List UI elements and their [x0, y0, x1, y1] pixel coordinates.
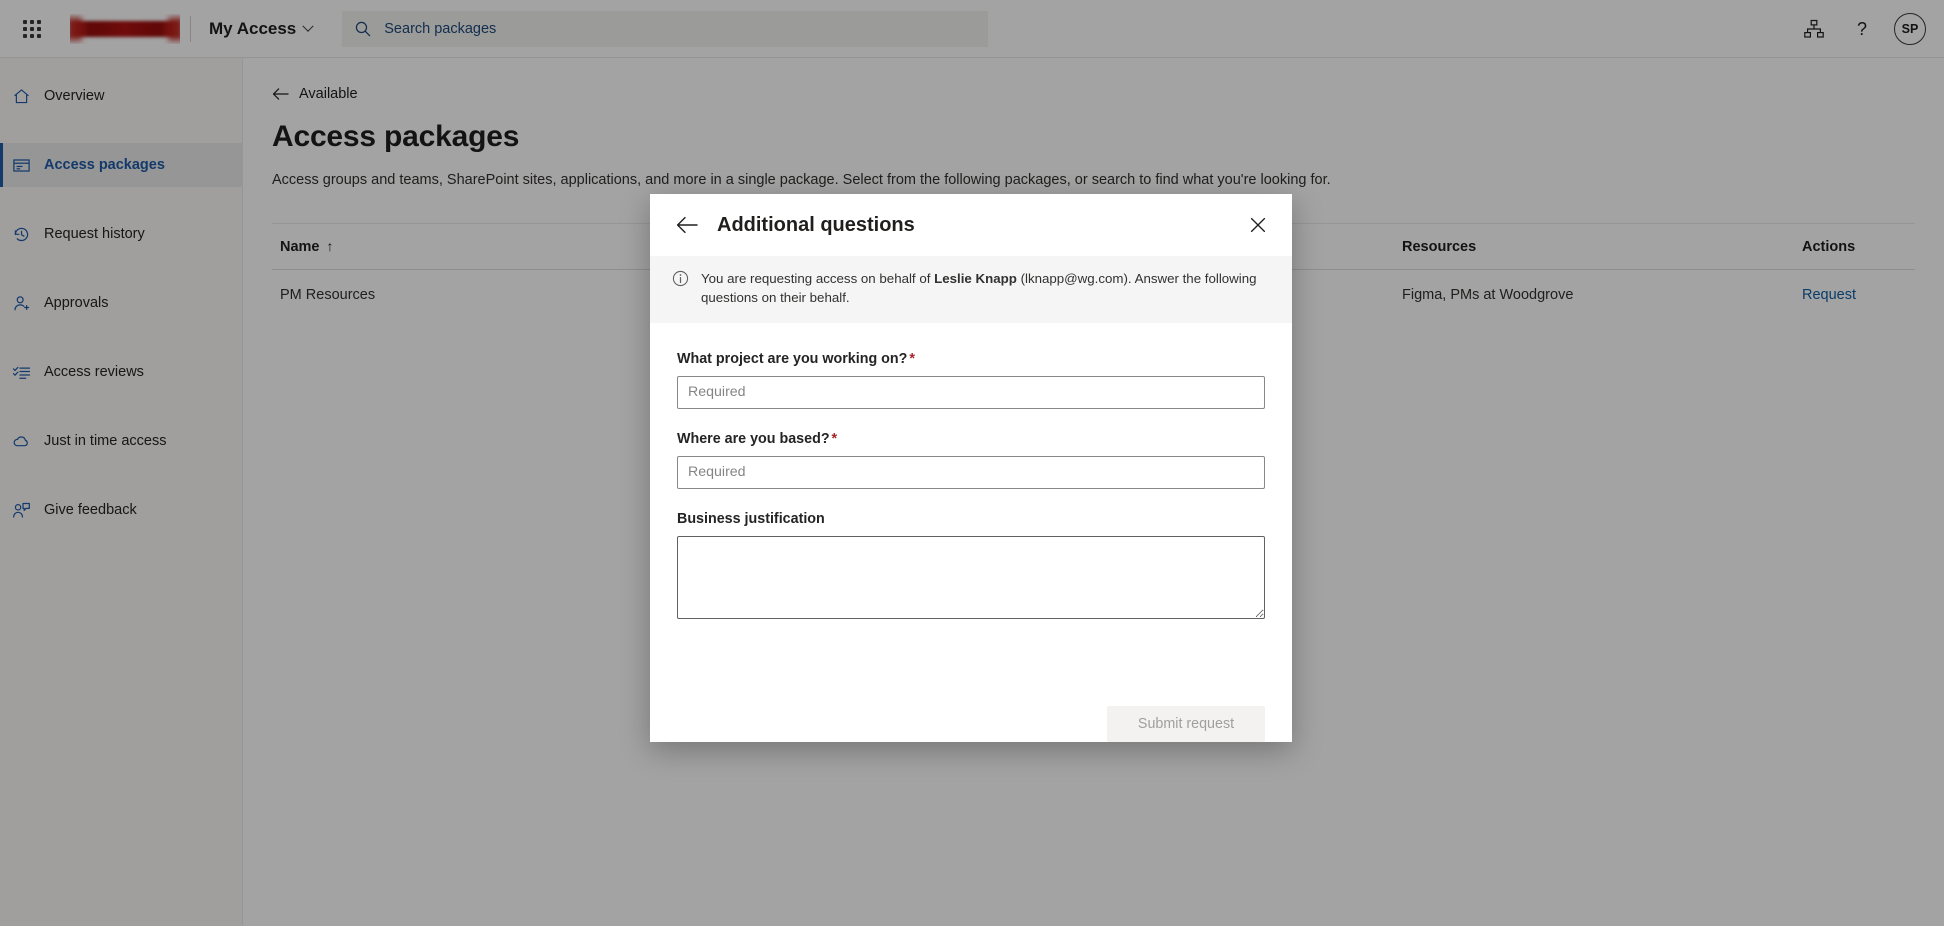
field-location: Where are you based?* [677, 431, 1265, 489]
dialog-body: What project are you working on?* Where … [650, 323, 1292, 698]
field-business-justification: Business justification [677, 511, 1265, 619]
field-business-justification-textarea[interactable] [677, 536, 1265, 619]
field-business-justification-label: Business justification [677, 511, 1265, 527]
dialog-close-button[interactable] [1244, 211, 1272, 239]
dialog-header: Additional questions [650, 194, 1292, 256]
dialog-footer: Submit request [650, 698, 1292, 742]
required-asterisk: * [832, 431, 838, 447]
field-location-label: Where are you based?* [677, 431, 1265, 447]
field-project: What project are you working on?* [677, 351, 1265, 409]
close-icon [1250, 217, 1266, 233]
field-location-input[interactable] [677, 456, 1265, 489]
required-asterisk: * [909, 351, 915, 367]
field-project-input[interactable] [677, 376, 1265, 409]
on-behalf-info-text: You are requesting access on behalf of L… [701, 269, 1268, 308]
dialog-title: Additional questions [717, 214, 1244, 237]
field-location-label-text: Where are you based? [677, 431, 830, 447]
on-behalf-info-banner: You are requesting access on behalf of L… [650, 256, 1292, 323]
dialog-back-icon[interactable] [676, 216, 698, 234]
info-icon [672, 270, 689, 287]
app-root: My Access Search packages ? [0, 0, 1944, 926]
field-project-label: What project are you working on?* [677, 351, 1265, 367]
info-person-name: Leslie Knapp [934, 271, 1017, 286]
field-project-label-text: What project are you working on? [677, 351, 907, 367]
additional-questions-dialog: Additional questions You are requesting … [650, 194, 1292, 742]
info-prefix: You are requesting access on behalf of [701, 271, 934, 286]
submit-request-button[interactable]: Submit request [1107, 706, 1265, 742]
